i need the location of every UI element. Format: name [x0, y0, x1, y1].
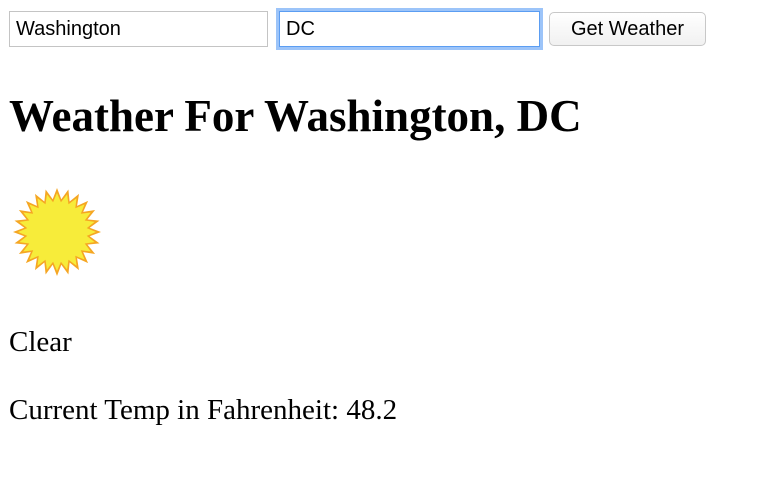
city-input[interactable]: [9, 11, 268, 47]
title-state: DC: [516, 91, 582, 141]
title-prefix: Weather For: [9, 91, 264, 141]
sun-icon: [12, 187, 102, 277]
temp-value: 48.2: [346, 394, 398, 426]
temp-label: Current Temp in Fahrenheit:: [9, 394, 347, 426]
title-city: Washington: [263, 91, 495, 141]
weather-condition: Clear: [9, 326, 72, 358]
title-separator: ,: [494, 91, 517, 141]
page-title: Weather For Washington, DC: [9, 88, 582, 144]
sun-body: [18, 193, 96, 271]
get-weather-button[interactable]: Get Weather: [549, 12, 706, 46]
sun-icon-graphic: [13, 188, 101, 276]
state-input[interactable]: [279, 11, 540, 47]
current-temp: Current Temp in Fahrenheit: 48.2: [9, 393, 397, 427]
